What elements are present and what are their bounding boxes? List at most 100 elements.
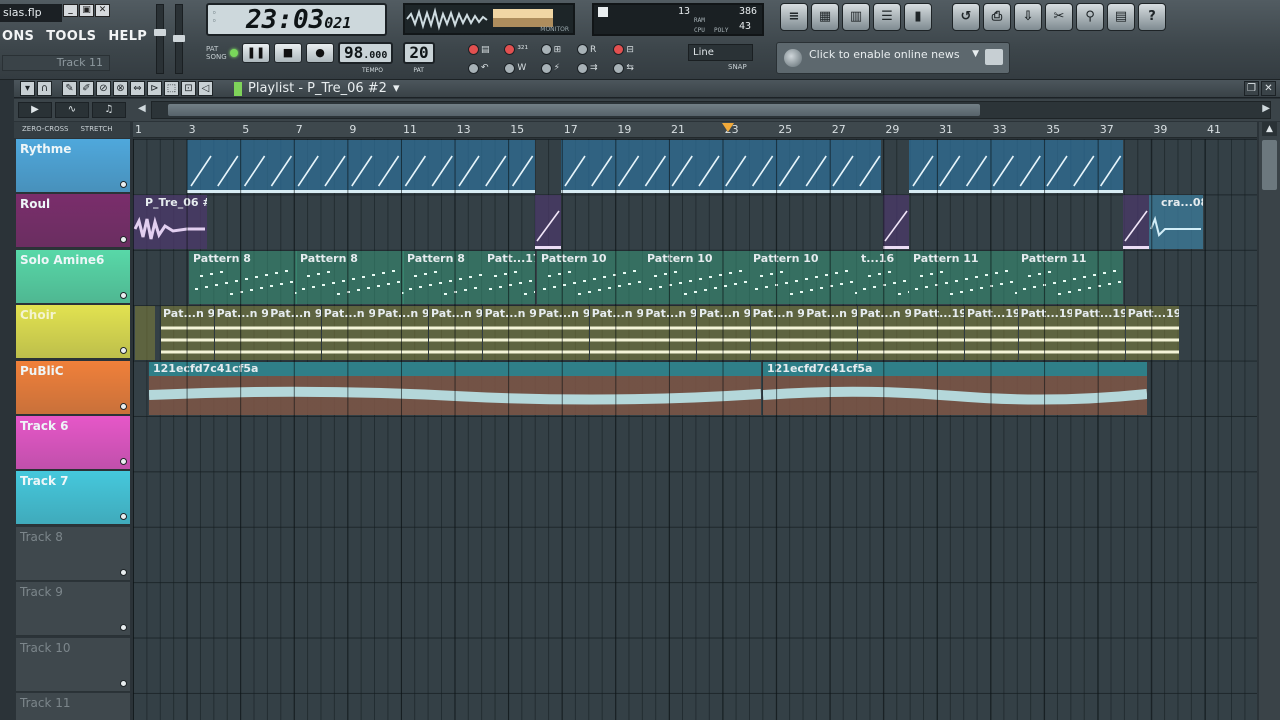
- choir-pattern-clip[interactable]: Patt...19: [1125, 306, 1179, 360]
- public-audio-clip[interactable]: 121ecfd7c41cf5a: [149, 361, 761, 415]
- menu-options[interactable]: ONS: [0, 29, 36, 44]
- vscroll-thumb[interactable]: [1262, 140, 1277, 190]
- zoom-icon[interactable]: ⊡: [181, 81, 196, 96]
- horizontal-scrollbar[interactable]: [151, 101, 1271, 119]
- rec-opt-3[interactable]: ⊞: [540, 42, 577, 58]
- track-select-led[interactable]: [120, 181, 127, 188]
- solo-pattern-clip[interactable]: Pattern 8: [403, 250, 483, 305]
- rythme-automation-clip[interactable]: [909, 140, 1123, 194]
- step-sequencer-icon[interactable]: ▦: [811, 3, 839, 31]
- rec-opt-4[interactable]: R: [576, 42, 613, 58]
- track-header[interactable]: Rythme: [16, 139, 130, 193]
- piano-roll-icon[interactable]: ▥: [842, 3, 870, 31]
- help-icon[interactable]: ?: [1138, 3, 1166, 31]
- solo-pattern-clip[interactable]: Pattern 10: [643, 250, 749, 305]
- track-header[interactable]: PuBliC: [16, 360, 130, 415]
- tools-icon[interactable]: ⚲: [1076, 3, 1104, 31]
- crash-clip[interactable]: cra...08: [1149, 195, 1203, 249]
- track-select-led[interactable]: [120, 624, 127, 632]
- choir-pattern-clip[interactable]: Pat...n 9: [321, 306, 375, 360]
- rythme-automation-clip[interactable]: [561, 140, 881, 194]
- save-icon[interactable]: ⎙: [983, 3, 1011, 31]
- choir-pattern-clip[interactable]: Pat...n 9: [536, 306, 590, 360]
- solo-pattern-clip[interactable]: Pattern 8: [296, 250, 404, 305]
- minimize-button[interactable]: _: [63, 4, 78, 17]
- time-display[interactable]: ◦ ◦ 23:03021: [206, 3, 387, 36]
- magnet-icon[interactable]: ∩: [37, 81, 52, 96]
- solo-pattern-clip[interactable]: Pattern 11: [1017, 250, 1123, 305]
- track-header[interactable]: Choir: [16, 305, 130, 360]
- rec-opt-7[interactable]: W: [504, 61, 540, 77]
- solo-pattern-clip[interactable]: Pattern 8: [189, 250, 297, 305]
- solo-pattern-clip[interactable]: Pattern 10: [749, 250, 857, 305]
- undo-icon[interactable]: ↺: [952, 3, 980, 31]
- choir-pattern-clip[interactable]: Pat...n 9: [214, 306, 268, 360]
- menu-arrow-icon[interactable]: ▾: [20, 81, 35, 96]
- draw-icon[interactable]: ✎: [62, 81, 77, 96]
- track-select-led[interactable]: [120, 347, 127, 355]
- song-mode-led[interactable]: [230, 49, 238, 57]
- choir-pattern-clip[interactable]: Patt...19: [911, 306, 965, 360]
- public-audio-clip[interactable]: 121ecfd7c41cf5a: [763, 361, 1147, 415]
- tempo-display[interactable]: 98.000: [338, 42, 394, 64]
- track-select-led[interactable]: [120, 291, 127, 299]
- choir-pattern-clip[interactable]: Pat...n 9: [643, 306, 697, 360]
- slip-icon[interactable]: ⇔: [130, 81, 145, 96]
- rec-opt-5[interactable]: ⊟: [613, 42, 649, 58]
- solo-pattern-clip[interactable]: Patt...17: [483, 250, 535, 305]
- choir-pattern-clip[interactable]: Pat...n 9: [375, 306, 429, 360]
- close-button[interactable]: ✕: [95, 4, 110, 17]
- chevron-down-icon[interactable]: ▼: [972, 49, 979, 59]
- mixer-icon[interactable]: ▮: [904, 3, 932, 31]
- track-header[interactable]: Roul: [16, 194, 130, 249]
- roul-ramp-clip[interactable]: [883, 195, 909, 249]
- rec-opt-8[interactable]: ⚡: [540, 61, 577, 77]
- choir-pattern-clip[interactable]: Patt...19: [1072, 306, 1126, 360]
- view-audio-icon[interactable]: ♫: [92, 102, 126, 118]
- roul-ramp-clip[interactable]: [1123, 195, 1149, 249]
- timeline-ruler[interactable]: 1 3 5 7 9 11 13 15 17 19 21 23 25 27 29 31 33 35 37 39 41: [133, 122, 1257, 138]
- pause-button[interactable]: ❚❚: [242, 43, 270, 63]
- track-select-led[interactable]: [120, 568, 127, 576]
- paint-icon[interactable]: ✐: [79, 81, 94, 96]
- stretch-toggle[interactable]: STRETCH: [80, 125, 112, 138]
- rec-opt-1[interactable]: ▤: [468, 42, 504, 58]
- playlist-detach-icon[interactable]: ❐: [1244, 81, 1259, 96]
- track-header[interactable]: Track 10: [16, 637, 130, 692]
- track-select-led[interactable]: [120, 236, 127, 244]
- choir-pattern-clip[interactable]: Pat...n 9: [429, 306, 482, 360]
- track-header[interactable]: Track 11: [16, 693, 130, 720]
- track-select-led[interactable]: [120, 458, 127, 465]
- choir-pattern-clip[interactable]: Pat...n 9: [482, 306, 536, 360]
- track-header[interactable]: Track 6: [16, 416, 130, 470]
- choir-pattern-clip[interactable]: Pat...n 9: [697, 306, 750, 360]
- news-panel[interactable]: Click to enable online news ▼: [776, 42, 1010, 74]
- playback-icon[interactable]: ◁: [198, 81, 213, 96]
- playlist-title-area[interactable]: Playlist - P_Tre_06 #2 ▾: [234, 80, 399, 97]
- choir-pattern-clip[interactable]: Pat...n 9: [750, 306, 804, 360]
- rec-opt-10[interactable]: ⇆: [613, 61, 649, 77]
- browser-icon[interactable]: ☰: [873, 3, 901, 31]
- delete-icon[interactable]: ⊘: [96, 81, 111, 96]
- menu-tools[interactable]: TOOLS: [44, 29, 98, 44]
- news-button[interactable]: [985, 49, 1003, 65]
- choir-pattern-clip[interactable]: Patt...19: [1018, 306, 1072, 360]
- choir-pattern-clip[interactable]: Pat...n 9: [804, 306, 858, 360]
- select-icon[interactable]: ⬚: [164, 81, 179, 96]
- roul-audio-clip[interactable]: P_Tre_06 #2: [133, 195, 207, 249]
- scroll-up-icon[interactable]: ▲: [1262, 122, 1277, 136]
- track-header[interactable]: Solo Amine6: [16, 249, 130, 304]
- scroll-left-icon[interactable]: ◀: [138, 103, 146, 114]
- file-icon[interactable]: ▤: [1107, 3, 1135, 31]
- cut-icon[interactable]: ✂: [1045, 3, 1073, 31]
- choir-pattern-clip[interactable]: Pat...n 9: [589, 306, 643, 360]
- playlist-grid[interactable]: P_Tre_06 #2 cra...08 Pattern 8 Pattern 8 Pat…: [133, 139, 1257, 720]
- pattern-display[interactable]: 20: [403, 42, 435, 64]
- track-select-led[interactable]: [120, 513, 127, 521]
- solo-pattern-clip[interactable]: t...16: [857, 250, 909, 305]
- master-volume-slider[interactable]: [154, 4, 166, 74]
- record-button[interactable]: ●: [306, 43, 334, 63]
- snap-select[interactable]: Line: [688, 44, 753, 61]
- playlist-icon[interactable]: ≡: [780, 3, 808, 31]
- slice-icon[interactable]: ⊳: [147, 81, 162, 96]
